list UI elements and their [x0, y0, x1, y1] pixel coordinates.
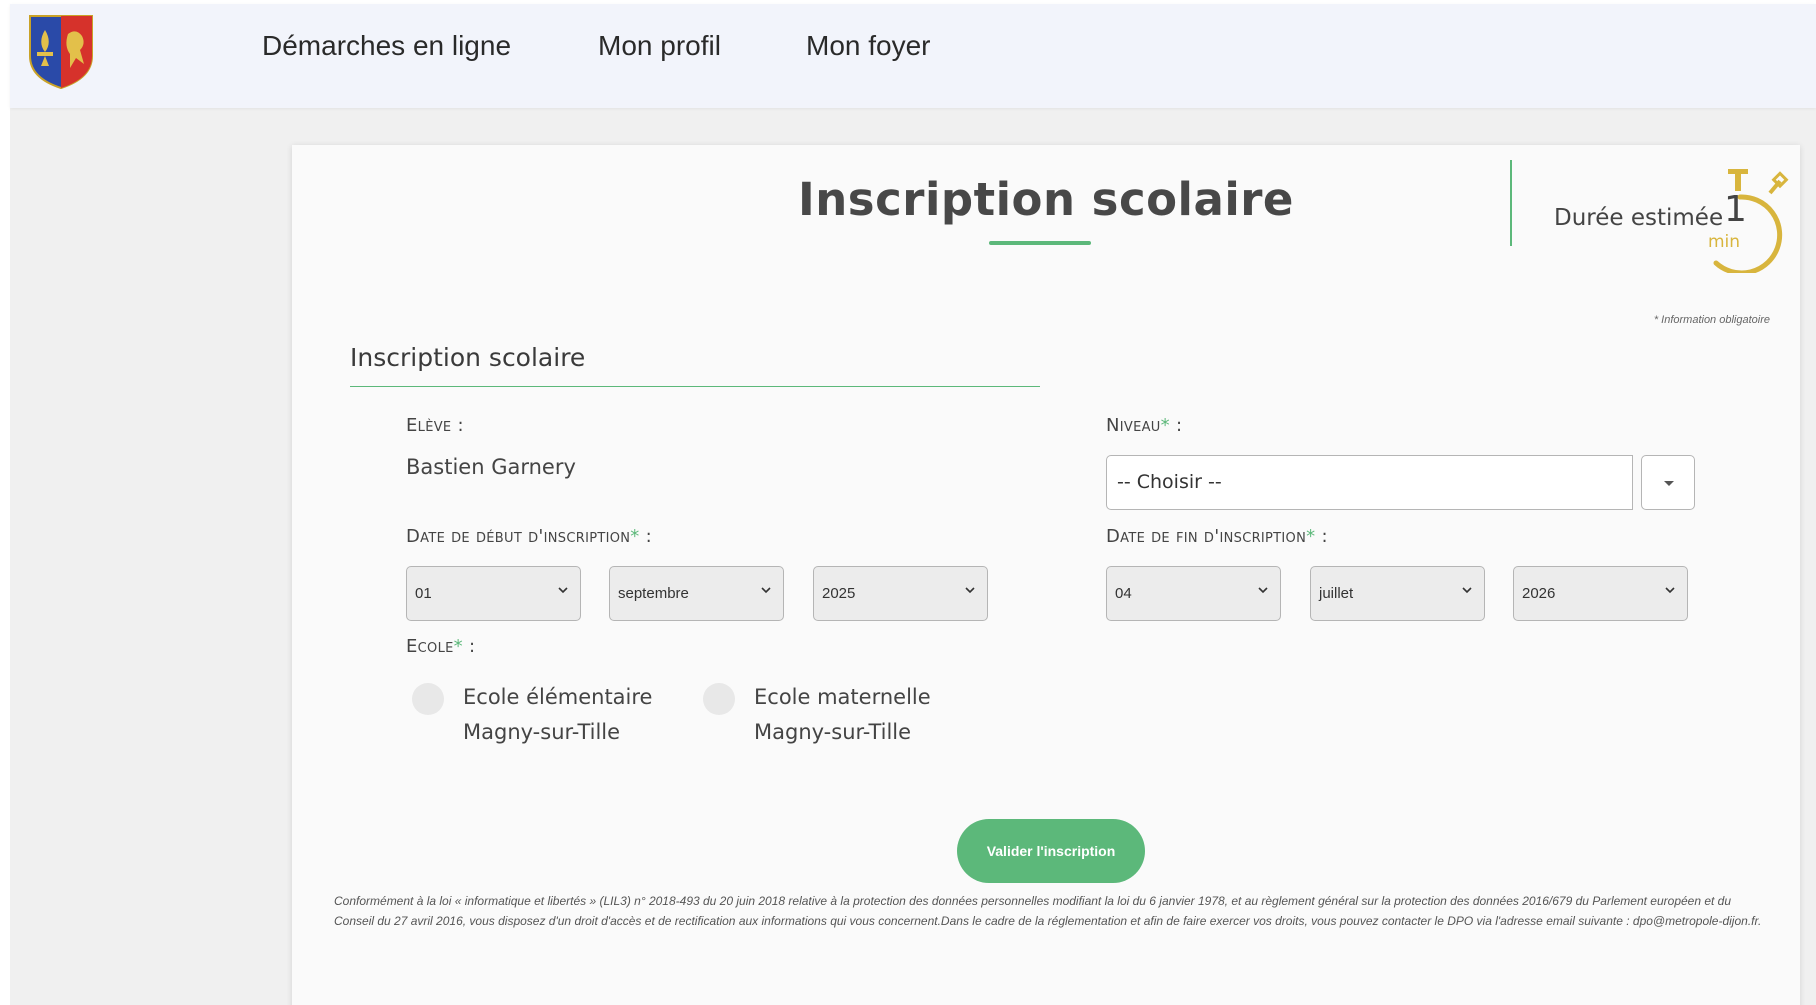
- top-navbar: Démarches en ligne Mon profil Mon foyer: [10, 4, 1816, 108]
- eleve-colon: :: [451, 415, 464, 436]
- start-date-colon: :: [639, 526, 652, 547]
- end-month-value: juillet: [1319, 585, 1354, 602]
- niveau-label: Niveau* :: [1106, 415, 1182, 436]
- niveau-required-mark: *: [1160, 415, 1170, 436]
- start-date-label: Date de début d'inscription* :: [406, 526, 652, 547]
- chevron-down-icon: [558, 587, 568, 594]
- school-city: Magny-sur-Tille: [754, 720, 912, 744]
- ecole-colon: :: [462, 636, 476, 657]
- end-day-value: 04: [1115, 585, 1132, 602]
- school-name: Ecole élémentaire: [463, 685, 653, 709]
- niveau-select[interactable]: -- Choisir --: [1106, 455, 1633, 510]
- niveau-label-text: Niveau: [1106, 415, 1161, 436]
- radio-ecole-maternelle[interactable]: [703, 683, 735, 715]
- radio-ecole-elementaire[interactable]: [412, 683, 444, 715]
- end-date-label-text: Date de fin d'inscription: [1106, 526, 1307, 547]
- end-year-select[interactable]: 2026: [1513, 566, 1688, 621]
- start-year-select[interactable]: 2025: [813, 566, 988, 621]
- eleve-label: Elève :: [406, 415, 464, 436]
- duration-value: 1: [1724, 189, 1747, 230]
- title-underline: [989, 241, 1091, 245]
- caret-down-icon: [1664, 481, 1674, 486]
- eleve-value: Bastien Garnery: [406, 455, 576, 479]
- section-title: Inscription scolaire: [350, 343, 586, 372]
- end-day-select[interactable]: 04: [1106, 566, 1281, 621]
- ecole-label-text: Ecole: [406, 636, 454, 657]
- school-name: Ecole maternelle: [754, 685, 931, 709]
- nav-mon-foyer[interactable]: Mon foyer: [806, 30, 931, 62]
- section-divider: [350, 386, 1040, 387]
- niveau-colon: :: [1169, 415, 1183, 436]
- ecole-required-mark: *: [453, 636, 463, 657]
- chevron-down-icon: [1258, 587, 1268, 594]
- nav-mon-profil[interactable]: Mon profil: [598, 30, 721, 62]
- chevron-down-icon: [965, 587, 975, 594]
- submit-inscription-button[interactable]: Valider l'inscription: [957, 819, 1145, 883]
- radio-label-ecole-maternelle[interactable]: Ecole maternelle Magny-sur-Tille: [754, 680, 931, 750]
- duration-label: Durée estimée: [1554, 205, 1724, 231]
- start-day-select[interactable]: 01: [406, 566, 581, 621]
- eleve-label-text: Elève: [406, 415, 452, 436]
- chevron-down-icon: [761, 587, 771, 594]
- nav-demarches-en-ligne[interactable]: Démarches en ligne: [262, 30, 511, 62]
- start-day-value: 01: [415, 585, 432, 602]
- start-year-value: 2025: [822, 585, 856, 602]
- duration-unit: min: [1708, 232, 1741, 252]
- chevron-down-icon: [1665, 587, 1675, 594]
- duration-divider: [1510, 160, 1512, 246]
- end-date-label: Date de fin d'inscription* :: [1106, 526, 1328, 547]
- end-year-value: 2026: [1522, 585, 1556, 602]
- mandatory-note: * Information obligatoire: [1653, 314, 1770, 326]
- niveau-dropdown-button[interactable]: [1641, 455, 1695, 510]
- legal-notice: Conformément à la loi « informatique et …: [334, 894, 1762, 928]
- chevron-down-icon: [1462, 587, 1472, 594]
- coat-of-arms-icon[interactable]: [26, 12, 96, 92]
- end-month-select[interactable]: juillet: [1310, 566, 1485, 621]
- start-date-label-text: Date de début d'inscription: [406, 526, 631, 547]
- form-card: Inscription scolaire Durée estimée 1 min…: [292, 145, 1800, 1005]
- app-window: Démarches en ligne Mon profil Mon foyer …: [10, 4, 1816, 1005]
- start-month-value: septembre: [618, 585, 689, 602]
- ecole-label: Ecole* :: [406, 636, 475, 657]
- radio-label-ecole-elementaire[interactable]: Ecole élémentaire Magny-sur-Tille: [463, 680, 652, 750]
- end-date-colon: :: [1315, 526, 1328, 547]
- school-city: Magny-sur-Tille: [463, 720, 621, 744]
- start-month-select[interactable]: septembre: [609, 566, 784, 621]
- start-date-required-mark: *: [630, 526, 640, 547]
